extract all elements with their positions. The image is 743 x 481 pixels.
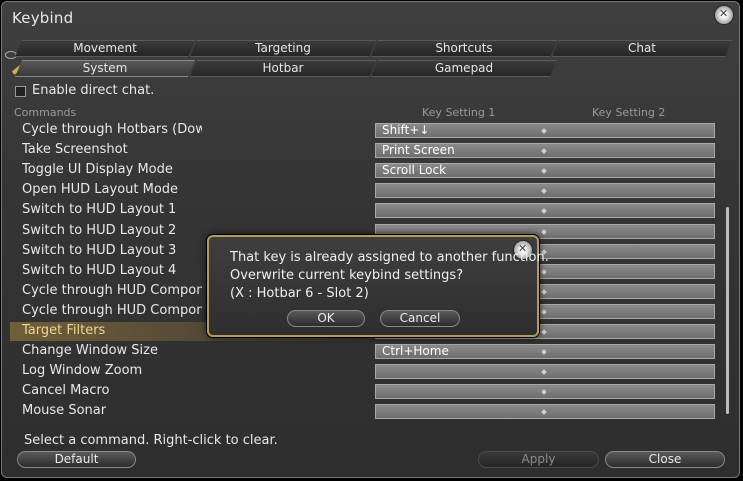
key-setting-1-value: Shift+↓ — [382, 123, 430, 137]
apply-button[interactable]: Apply — [478, 451, 599, 468]
eye-icon — [5, 51, 17, 59]
key-setting-slot[interactable] — [375, 404, 715, 419]
command-label[interactable]: Toggle UI Display Mode — [22, 162, 202, 177]
close-window-icon[interactable] — [715, 6, 733, 24]
slot-divider-icon — [541, 188, 547, 194]
dialog-message-line2: Overwrite current keybind settings? — [230, 268, 464, 283]
command-label[interactable]: Cycle through HUD Components — [22, 283, 202, 298]
hint-text: Select a command. Right-click to clear. — [24, 433, 278, 448]
command-label[interactable]: Cancel Macro — [22, 383, 202, 398]
title-bar: Keybind — [2, 2, 739, 36]
slot-divider-icon — [541, 208, 547, 214]
slot-divider-icon — [541, 128, 547, 134]
command-label[interactable]: Switch to HUD Layout 3 — [22, 243, 202, 258]
overwrite-confirm-dialog: That key is already assigned to another … — [207, 235, 549, 337]
slot-divider-icon — [541, 389, 547, 395]
slot-divider-icon — [541, 269, 547, 275]
slot-divider-icon — [541, 369, 547, 375]
cancel-button[interactable]: Cancel — [380, 310, 460, 327]
command-label[interactable]: Mouse Sonar — [22, 403, 202, 418]
command-label[interactable]: Log Window Zoom — [22, 363, 202, 378]
slot-divider-icon — [541, 289, 547, 295]
key-setting-1-value: Scroll Lock — [382, 163, 447, 177]
key-setting-slot[interactable]: Shift+↓ — [375, 123, 715, 138]
slot-divider-icon — [541, 349, 547, 355]
commands-header: Commands — [14, 106, 77, 119]
dialog-message-line3: (X : Hotbar 6 - Slot 2) — [230, 286, 369, 301]
key-setting-1-value: Print Screen — [382, 143, 455, 157]
command-label[interactable]: Switch to HUD Layout 1 — [22, 202, 202, 217]
key-setting-2-header: Key Setting 2 — [592, 106, 666, 119]
enable-direct-chat-label: Enable direct chat. — [32, 83, 155, 98]
slot-divider-icon — [541, 229, 547, 235]
tab-movement[interactable]: Movement — [15, 40, 195, 57]
scrollbar[interactable] — [726, 207, 729, 414]
key-setting-slot[interactable]: Print Screen — [375, 143, 715, 158]
slot-divider-icon — [541, 329, 547, 335]
keybind-window: Keybind Movement Targeting Shortcuts Cha… — [1, 1, 740, 478]
window-title: Keybind — [12, 9, 74, 27]
tab-system[interactable]: System — [15, 60, 195, 77]
command-label[interactable]: Switch to HUD Layout 4 — [22, 263, 202, 278]
dialog-message-line1: That key is already assigned to another … — [230, 250, 549, 265]
command-label[interactable]: Cycle through Hotbars (Down) — [22, 122, 202, 137]
command-label[interactable]: Open HUD Layout Mode — [22, 182, 202, 197]
slot-divider-icon — [541, 168, 547, 174]
key-setting-1-value: Ctrl+Home — [382, 344, 449, 358]
key-setting-1-header: Key Setting 1 — [422, 106, 496, 119]
key-setting-slot[interactable] — [375, 384, 715, 399]
close-button[interactable]: Close — [605, 451, 725, 468]
key-setting-slot[interactable]: Ctrl+Home — [375, 344, 715, 359]
tab-gamepad[interactable]: Gamepad — [371, 60, 557, 77]
default-button[interactable]: Default — [17, 451, 136, 468]
ok-button[interactable]: OK — [287, 310, 365, 327]
command-label[interactable]: Switch to HUD Layout 2 — [22, 223, 202, 238]
tab-targeting[interactable]: Targeting — [190, 40, 376, 57]
key-setting-slot[interactable] — [375, 364, 715, 379]
key-setting-slot[interactable]: Scroll Lock — [375, 163, 715, 178]
enable-direct-chat-checkbox[interactable] — [15, 86, 26, 97]
command-label[interactable]: Change Window Size — [22, 343, 202, 358]
slot-divider-icon — [541, 148, 547, 154]
tab-shortcuts[interactable]: Shortcuts — [371, 40, 557, 57]
tab-chat[interactable]: Chat — [552, 40, 732, 57]
key-setting-slot[interactable] — [375, 203, 715, 218]
command-label[interactable]: Cycle through HUD Components — [22, 303, 202, 318]
command-label[interactable]: Target Filters — [22, 323, 202, 338]
slot-divider-icon — [541, 309, 547, 315]
key-setting-slot[interactable] — [375, 183, 715, 198]
command-label[interactable]: Take Screenshot — [22, 142, 202, 157]
tab-hotbar[interactable]: Hotbar — [190, 60, 376, 77]
slot-divider-icon — [541, 409, 547, 415]
